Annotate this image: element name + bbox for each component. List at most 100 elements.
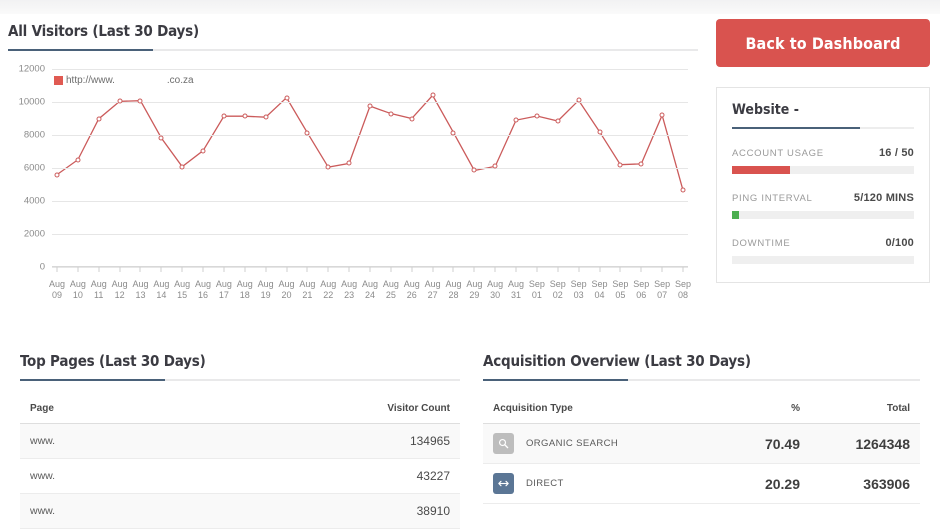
column-header-total: Total: [810, 395, 920, 424]
chart-data-point[interactable]: [304, 130, 310, 136]
y-axis-tick-label: 8000: [23, 129, 45, 141]
top-pages-section: Top Pages (Last 30 Days) Page Visitor Co…: [20, 352, 460, 529]
x-axis-tick-mark: [661, 267, 663, 272]
y-axis-tick-label: 6000: [23, 162, 45, 174]
chart-data-point[interactable]: [158, 135, 164, 141]
direct-arrows-icon: [493, 473, 514, 494]
right-sidebar: Back to Dashboard Website - ACCOUNT USAG…: [716, 19, 930, 283]
progress-track: [732, 256, 914, 264]
chart-data-point[interactable]: [137, 98, 143, 104]
cell-percent: 20.29: [720, 463, 810, 504]
x-axis-tick-mark: [77, 267, 79, 272]
chart-data-point[interactable]: [617, 162, 623, 168]
x-axis-tick-mark: [515, 267, 517, 272]
chart-data-point[interactable]: [409, 116, 415, 121]
metric-value: 0/100: [885, 237, 914, 249]
chart-data-point[interactable]: [450, 130, 456, 136]
x-axis-tick-mark: [640, 267, 642, 272]
chart-data-point[interactable]: [555, 118, 561, 124]
table-row[interactable]: www. 134965: [20, 423, 460, 459]
x-axis-tick-mark: [473, 267, 475, 272]
back-to-dashboard-button[interactable]: Back to Dashboard: [716, 19, 930, 67]
chart-data-point[interactable]: [284, 95, 290, 101]
table-row[interactable]: DIRECT 20.29 363906: [483, 463, 920, 504]
chart-gridline: [52, 201, 688, 202]
chart-data-point[interactable]: [96, 116, 102, 122]
cell-visitor-count: 38910: [175, 493, 460, 529]
column-header-percent: %: [720, 395, 810, 424]
table-header-row: Acquisition Type % Total: [483, 395, 920, 424]
x-axis-tick-mark: [432, 267, 434, 272]
x-axis-tick-mark: [578, 267, 580, 272]
x-axis-tick-mark: [265, 267, 267, 272]
x-axis-tick-mark: [494, 267, 496, 272]
chart-plot-area: 0 2000 4000 6000 8000 10000 12000 Aug 09 Aug 10 Aug…: [19, 64, 691, 301]
y-axis-tick-label: 2000: [23, 228, 45, 240]
progress-fill: [732, 166, 791, 174]
chart-data-point[interactable]: [638, 161, 644, 167]
visitors-chart: http://www. .co.za 0 2000 4000 6000 8000 1000…: [8, 59, 698, 304]
chart-data-point[interactable]: [367, 103, 373, 109]
x-axis-tick-mark: [348, 267, 350, 272]
column-header-acquisition-type: Acquisition Type: [483, 395, 720, 424]
chart-data-point[interactable]: [471, 167, 477, 173]
acquisition-title: Acquisition Overview (Last 30 Days): [483, 352, 751, 370]
table-row[interactable]: www. 43227: [20, 458, 460, 494]
chart-data-point[interactable]: [492, 163, 498, 169]
x-axis-tick-mark: [682, 267, 684, 272]
x-axis-tick-mark: [160, 267, 162, 272]
chart-data-point[interactable]: [680, 187, 686, 193]
chart-data-point[interactable]: [576, 97, 582, 103]
x-axis-tick-mark: [452, 267, 454, 272]
search-icon: [493, 433, 514, 454]
cell-total: 1264348: [810, 423, 920, 464]
y-axis-tick-label: 4000: [23, 195, 45, 207]
chart-data-point[interactable]: [179, 164, 185, 170]
chart-data-point[interactable]: [430, 92, 436, 98]
top-pages-underline: [20, 379, 460, 381]
website-status-panel: Website - ACCOUNT USAGE 16 / 50 PING INT…: [716, 87, 930, 283]
table-row[interactable]: www. 38910: [20, 493, 460, 529]
chart-gridline: [52, 234, 688, 235]
cell-total: 363906: [810, 463, 920, 504]
top-pages-table: Page Visitor Count www. 134965 www. 43227 ww…: [20, 395, 460, 529]
x-axis-tick-mark: [181, 267, 183, 272]
website-panel-underline: [732, 127, 914, 129]
website-panel-title: Website -: [732, 102, 799, 118]
x-axis-tick-mark: [557, 267, 559, 272]
chart-data-point[interactable]: [200, 148, 206, 154]
cell-visitor-count: 43227: [175, 458, 460, 494]
x-axis-tick-mark: [390, 267, 392, 272]
cell-page: www.: [20, 493, 176, 529]
x-axis-tick-mark: [369, 267, 371, 272]
chart-data-point[interactable]: [388, 111, 394, 117]
cell-visitor-count: 134965: [175, 423, 460, 459]
chart-data-point[interactable]: [117, 98, 123, 104]
x-axis-tick-mark: [202, 267, 204, 272]
x-axis-tick-mark: [411, 267, 413, 272]
table-row[interactable]: ORGANIC SEARCH 70.49 1264348: [483, 423, 920, 464]
chart-data-point[interactable]: [54, 172, 60, 178]
chart-data-point[interactable]: [263, 114, 269, 120]
progress-track: [732, 166, 914, 174]
cell-acquisition-type: DIRECT: [483, 463, 720, 504]
analytics-page: All Visitors (Last 30 Days) http://www. …: [0, 0, 940, 529]
chart-data-point[interactable]: [597, 129, 603, 135]
chart-data-point[interactable]: [325, 164, 331, 170]
x-axis-tick-mark: [599, 267, 601, 272]
chart-data-point[interactable]: [534, 113, 540, 119]
y-axis-tick-label: 12000: [18, 63, 45, 75]
x-axis-tick-mark: [286, 267, 288, 272]
cell-page: www.: [20, 458, 176, 494]
x-axis-tick-mark: [536, 267, 538, 272]
chart-data-point[interactable]: [659, 112, 665, 118]
cell-page: www.: [20, 423, 176, 459]
metric-ping-interval: PING INTERVAL 5/120 MINS: [732, 192, 914, 219]
chart-data-point[interactable]: [346, 160, 352, 166]
chart-data-point[interactable]: [75, 157, 81, 163]
metric-label: PING INTERVAL: [732, 193, 813, 204]
chart-data-point[interactable]: [513, 117, 519, 123]
chart-data-point[interactable]: [221, 113, 227, 119]
chart-data-point[interactable]: [242, 113, 248, 119]
metric-value: 16 / 50: [878, 147, 914, 159]
